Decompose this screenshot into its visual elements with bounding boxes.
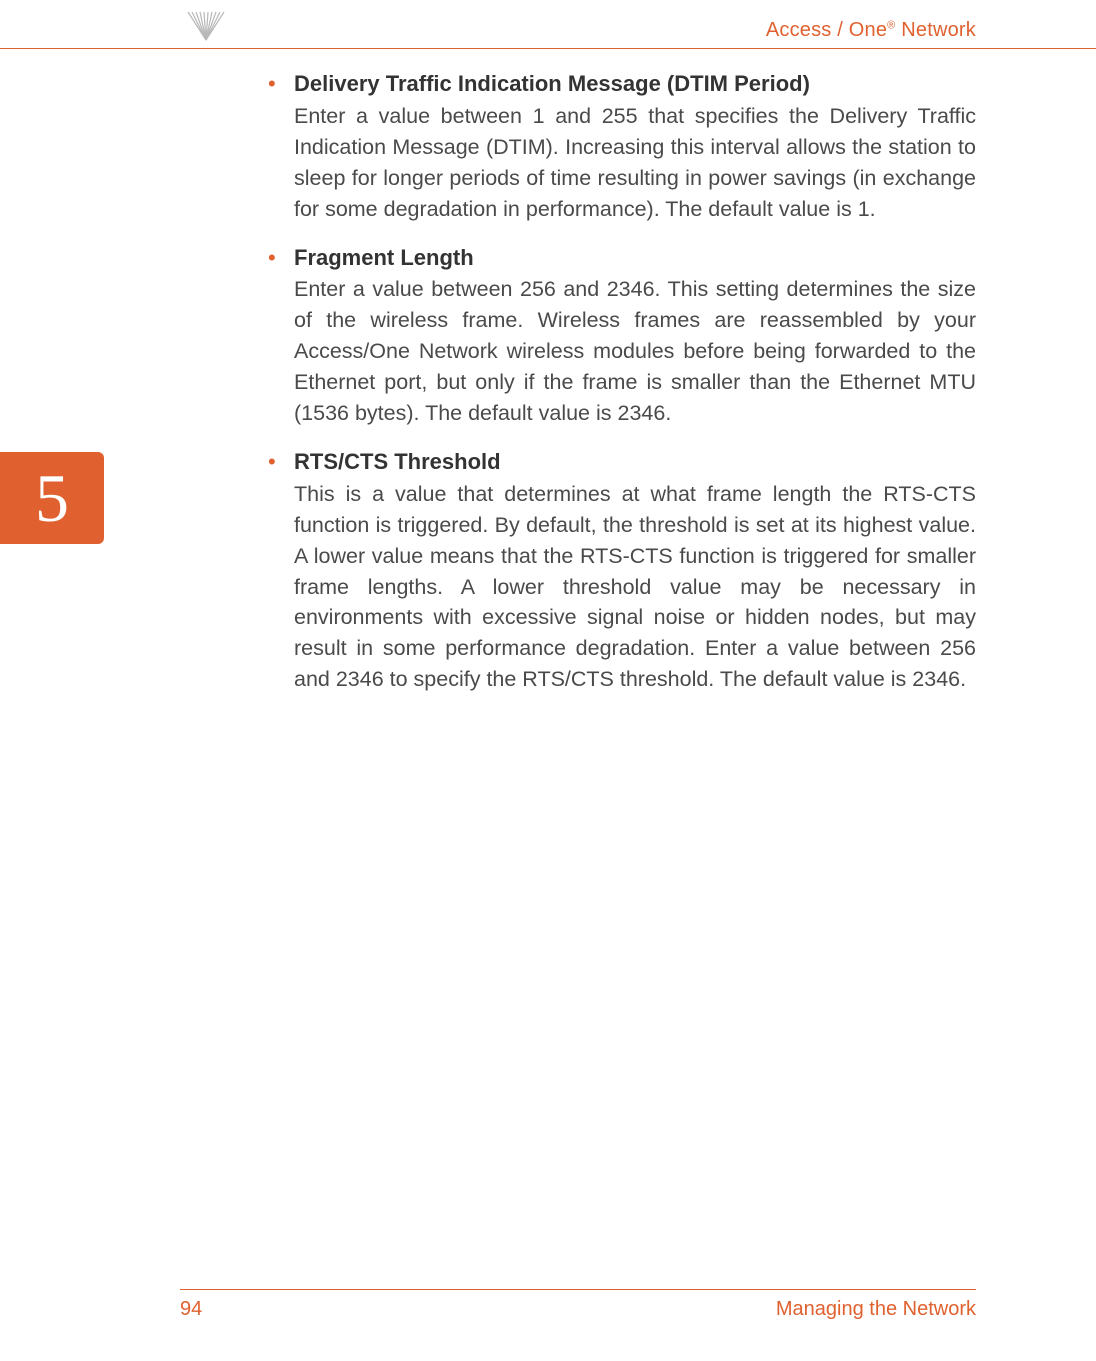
list-item: • RTS/CTS Threshold This is a value that… [268, 447, 976, 695]
bullet-row: • RTS/CTS Threshold [268, 447, 976, 477]
page-number: 94 [180, 1298, 202, 1321]
chapter-number: 5 [35, 459, 69, 538]
bullet-row: • Fragment Length [268, 243, 976, 273]
item-title: RTS/CTS Threshold [294, 447, 501, 477]
page-header: Access / One® Network [0, 0, 1096, 49]
chapter-tab: 5 [0, 452, 104, 544]
item-body: Enter a value between 1 and 255 that spe… [294, 101, 976, 225]
item-title: Fragment Length [294, 243, 474, 273]
header-title-prefix: Access / One [766, 19, 887, 41]
header-title: Access / One® Network [766, 19, 976, 42]
bullet-row: • Delivery Traffic Indication Message (D… [268, 69, 976, 99]
bullet-icon: • [268, 451, 280, 473]
item-body: Enter a value between 256 and 2346. This… [294, 274, 976, 429]
bullet-icon: • [268, 247, 280, 269]
bullet-icon: • [268, 73, 280, 95]
item-title: Delivery Traffic Indication Message (DTI… [294, 69, 810, 99]
header-title-suffix: Network [895, 19, 976, 41]
page-footer: 94 Managing the Network [180, 1289, 976, 1321]
content-area: • Delivery Traffic Indication Message (D… [0, 69, 1096, 695]
list-item: • Fragment Length Enter a value between … [268, 243, 976, 429]
footer-section-title: Managing the Network [776, 1298, 976, 1321]
item-body: This is a value that determines at what … [294, 479, 976, 696]
page-container: Access / One® Network 5 • Delivery Traff… [0, 0, 1096, 1361]
antenna-logo-icon [180, 10, 232, 42]
list-item: • Delivery Traffic Indication Message (D… [268, 69, 976, 225]
